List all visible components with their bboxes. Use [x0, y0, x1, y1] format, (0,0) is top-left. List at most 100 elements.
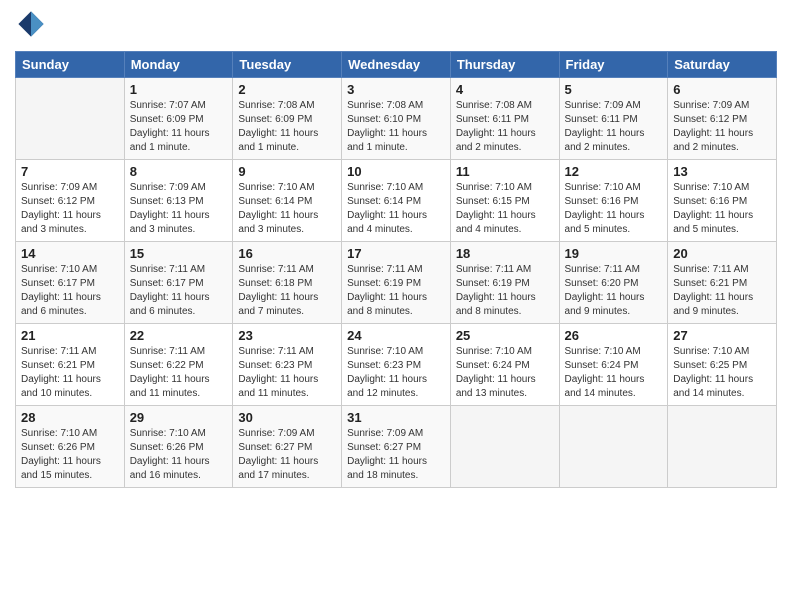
weekday-header-sunday: Sunday [16, 52, 125, 78]
calendar-cell: 11 Sunrise: 7:10 AMSunset: 6:15 PMDayligh… [450, 160, 559, 242]
calendar-cell: 19 Sunrise: 7:11 AMSunset: 6:20 PMDayligh… [559, 242, 668, 324]
calendar-cell: 31 Sunrise: 7:09 AMSunset: 6:27 PMDayligh… [342, 406, 451, 488]
calendar-week-2: 7Sunrise: 7:09 AMSunset: 6:12 PMDaylight… [16, 160, 777, 242]
day-info: Sunrise: 7:08 AMSunset: 6:11 PMDaylight:… [456, 99, 554, 155]
day-info: Sunrise: 7:10 AMSunset: 6:26 PMDaylight:… [21, 427, 119, 483]
day-info: Sunrise: 7:11 AMSunset: 6:23 PMDaylight:… [238, 345, 336, 401]
calendar-week-4: 21 Sunrise: 7:11 AMSunset: 6:21 PMDayligh… [16, 324, 777, 406]
calendar-cell: 29 Sunrise: 7:10 AMSunset: 6:26 PMDayligh… [124, 406, 233, 488]
calendar-cell: 24 Sunrise: 7:10 AMSunset: 6:23 PMDayligh… [342, 324, 451, 406]
day-number: 3 [347, 82, 445, 97]
day-info: Sunrise: 7:07 AMSunset: 6:09 PMDaylight:… [130, 99, 228, 155]
day-info: Sunrise: 7:09 AMSunset: 6:13 PMDaylight:… [130, 181, 228, 237]
day-number: 22 [130, 328, 228, 343]
day-info: Sunrise: 7:10 AMSunset: 6:26 PMDaylight:… [130, 427, 228, 483]
calendar-cell: 9 Sunrise: 7:10 AMSunset: 6:14 PMDaylight… [233, 160, 342, 242]
calendar-cell [559, 406, 668, 488]
calendar-cell [450, 406, 559, 488]
day-info: Sunrise: 7:11 AMSunset: 6:18 PMDaylight:… [238, 263, 336, 319]
weekday-header-wednesday: Wednesday [342, 52, 451, 78]
calendar-cell [668, 406, 777, 488]
day-info: Sunrise: 7:09 AMSunset: 6:12 PMDaylight:… [21, 181, 119, 237]
day-info: Sunrise: 7:11 AMSunset: 6:20 PMDaylight:… [565, 263, 663, 319]
calendar-header-row: SundayMondayTuesdayWednesdayThursdayFrid… [16, 52, 777, 78]
day-number: 28 [21, 410, 119, 425]
calendar-table: SundayMondayTuesdayWednesdayThursdayFrid… [15, 51, 777, 488]
day-number: 14 [21, 246, 119, 261]
calendar-cell: 20 Sunrise: 7:11 AMSunset: 6:21 PMDayligh… [668, 242, 777, 324]
day-number: 25 [456, 328, 554, 343]
day-info: Sunrise: 7:10 AMSunset: 6:23 PMDaylight:… [347, 345, 445, 401]
day-number: 21 [21, 328, 119, 343]
calendar-cell: 28 Sunrise: 7:10 AMSunset: 6:26 PMDayligh… [16, 406, 125, 488]
calendar-cell: 23 Sunrise: 7:11 AMSunset: 6:23 PMDayligh… [233, 324, 342, 406]
day-number: 24 [347, 328, 445, 343]
day-number: 30 [238, 410, 336, 425]
weekday-header-friday: Friday [559, 52, 668, 78]
day-info: Sunrise: 7:10 AMSunset: 6:17 PMDaylight:… [21, 263, 119, 319]
day-info: Sunrise: 7:11 AMSunset: 6:22 PMDaylight:… [130, 345, 228, 401]
day-number: 17 [347, 246, 445, 261]
day-number: 4 [456, 82, 554, 97]
day-info: Sunrise: 7:11 AMSunset: 6:19 PMDaylight:… [347, 263, 445, 319]
day-number: 20 [673, 246, 771, 261]
day-info: Sunrise: 7:11 AMSunset: 6:21 PMDaylight:… [21, 345, 119, 401]
calendar-week-3: 14 Sunrise: 7:10 AMSunset: 6:17 PMDayligh… [16, 242, 777, 324]
calendar-cell: 30 Sunrise: 7:09 AMSunset: 6:27 PMDayligh… [233, 406, 342, 488]
calendar-cell: 26 Sunrise: 7:10 AMSunset: 6:24 PMDayligh… [559, 324, 668, 406]
calendar-cell: 21 Sunrise: 7:11 AMSunset: 6:21 PMDayligh… [16, 324, 125, 406]
calendar-cell: 22 Sunrise: 7:11 AMSunset: 6:22 PMDayligh… [124, 324, 233, 406]
logo-icon [17, 10, 45, 38]
day-info: Sunrise: 7:09 AMSunset: 6:12 PMDaylight:… [673, 99, 771, 155]
day-number: 2 [238, 82, 336, 97]
calendar-body: 1 Sunrise: 7:07 AMSunset: 6:09 PMDaylight… [16, 78, 777, 488]
day-info: Sunrise: 7:10 AMSunset: 6:24 PMDaylight:… [456, 345, 554, 401]
day-number: 18 [456, 246, 554, 261]
day-number: 1 [130, 82, 228, 97]
calendar-cell: 7Sunrise: 7:09 AMSunset: 6:12 PMDaylight… [16, 160, 125, 242]
day-number: 12 [565, 164, 663, 179]
calendar-cell: 15Sunrise: 7:11 AMSunset: 6:17 PMDayligh… [124, 242, 233, 324]
day-number: 13 [673, 164, 771, 179]
calendar-cell: 6 Sunrise: 7:09 AMSunset: 6:12 PMDaylight… [668, 78, 777, 160]
day-info: Sunrise: 7:09 AMSunset: 6:27 PMDaylight:… [238, 427, 336, 483]
day-number: 19 [565, 246, 663, 261]
calendar-cell [16, 78, 125, 160]
calendar-cell: 13 Sunrise: 7:10 AMSunset: 6:16 PMDayligh… [668, 160, 777, 242]
calendar-cell: 17 Sunrise: 7:11 AMSunset: 6:19 PMDayligh… [342, 242, 451, 324]
day-number: 6 [673, 82, 771, 97]
calendar-cell: 16 Sunrise: 7:11 AMSunset: 6:18 PMDayligh… [233, 242, 342, 324]
day-number: 31 [347, 410, 445, 425]
weekday-header-tuesday: Tuesday [233, 52, 342, 78]
day-info: Sunrise: 7:08 AMSunset: 6:10 PMDaylight:… [347, 99, 445, 155]
calendar-cell: 8 Sunrise: 7:09 AMSunset: 6:13 PMDaylight… [124, 160, 233, 242]
day-info: Sunrise: 7:10 AMSunset: 6:14 PMDaylight:… [238, 181, 336, 237]
day-number: 11 [456, 164, 554, 179]
day-number: 10 [347, 164, 445, 179]
day-info: Sunrise: 7:10 AMSunset: 6:16 PMDaylight:… [673, 181, 771, 237]
day-info: Sunrise: 7:10 AMSunset: 6:24 PMDaylight:… [565, 345, 663, 401]
day-number: 29 [130, 410, 228, 425]
header [15, 10, 777, 43]
day-number: 26 [565, 328, 663, 343]
day-number: 23 [238, 328, 336, 343]
weekday-header-thursday: Thursday [450, 52, 559, 78]
day-info: Sunrise: 7:10 AMSunset: 6:15 PMDaylight:… [456, 181, 554, 237]
day-info: Sunrise: 7:11 AMSunset: 6:19 PMDaylight:… [456, 263, 554, 319]
calendar-cell: 12 Sunrise: 7:10 AMSunset: 6:16 PMDayligh… [559, 160, 668, 242]
day-info: Sunrise: 7:11 AMSunset: 6:21 PMDaylight:… [673, 263, 771, 319]
day-info: Sunrise: 7:09 AMSunset: 6:27 PMDaylight:… [347, 427, 445, 483]
day-info: Sunrise: 7:10 AMSunset: 6:16 PMDaylight:… [565, 181, 663, 237]
weekday-header-monday: Monday [124, 52, 233, 78]
calendar-week-1: 1 Sunrise: 7:07 AMSunset: 6:09 PMDaylight… [16, 78, 777, 160]
calendar-cell: 14 Sunrise: 7:10 AMSunset: 6:17 PMDayligh… [16, 242, 125, 324]
calendar-cell: 10Sunrise: 7:10 AMSunset: 6:14 PMDayligh… [342, 160, 451, 242]
calendar-cell: 2Sunrise: 7:08 AMSunset: 6:09 PMDaylight… [233, 78, 342, 160]
day-number: 27 [673, 328, 771, 343]
day-number: 16 [238, 246, 336, 261]
calendar-cell: 3 Sunrise: 7:08 AMSunset: 6:10 PMDaylight… [342, 78, 451, 160]
day-number: 9 [238, 164, 336, 179]
day-number: 15 [130, 246, 228, 261]
day-info: Sunrise: 7:09 AMSunset: 6:11 PMDaylight:… [565, 99, 663, 155]
day-number: 8 [130, 164, 228, 179]
